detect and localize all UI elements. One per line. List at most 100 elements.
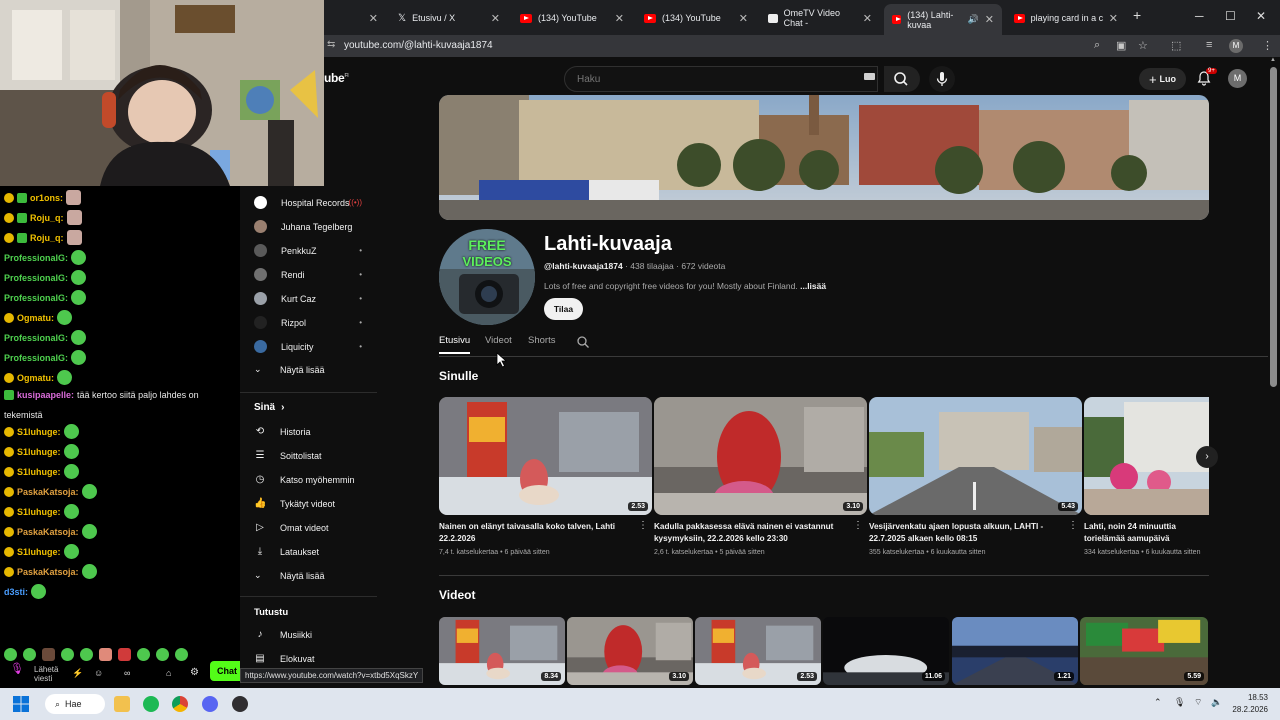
- chat-username[interactable]: d3sti:: [4, 587, 28, 597]
- emote-icon[interactable]: [80, 648, 93, 661]
- guide-item-download[interactable]: ⤓ Lataukset: [254, 546, 370, 557]
- subscription-item[interactable]: Rendi •: [254, 268, 370, 281]
- chat-username[interactable]: Ogmatu:: [17, 373, 54, 383]
- browser-profile-avatar[interactable]: M: [1229, 39, 1243, 53]
- maximize-icon[interactable]: ☐: [1225, 9, 1236, 23]
- close-icon[interactable]: ✕: [369, 12, 378, 25]
- video-title[interactable]: Vesijärvenkatu ajaen lopusta alkuun, LAH…: [869, 521, 1082, 545]
- chat-username[interactable]: PaskaKatsoja:: [17, 567, 79, 577]
- emoji-icon[interactable]: ☺: [94, 668, 103, 678]
- emote-icon[interactable]: [42, 648, 55, 661]
- chat-username[interactable]: S1luhuge:: [17, 547, 61, 557]
- browser-tab-2[interactable]: 𝕏 Etusivu / X ✕: [390, 6, 508, 30]
- video-thumbnail[interactable]: 11.06: [823, 617, 949, 685]
- video-thumbnail[interactable]: [1084, 397, 1209, 515]
- show-more-you[interactable]: ⌄ Näytä lisää: [254, 570, 370, 581]
- site-settings-icon[interactable]: ⇆: [327, 39, 335, 50]
- video-card[interactable]: 3.10 Kadulla pakkasessa elävä nainen ei v…: [654, 397, 867, 556]
- chat-username[interactable]: or1ons:: [30, 193, 63, 203]
- channel-avatar[interactable]: FREE VIDEOS: [439, 229, 535, 325]
- search-button[interactable]: [884, 66, 920, 92]
- speaker-icon[interactable]: 🔊: [968, 14, 979, 25]
- wifi-icon[interactable]: ⌔: [1194, 697, 1202, 708]
- url-field[interactable]: youtube.com/@lahti-kuvaaja1874: [344, 40, 493, 51]
- emote-icon[interactable]: [23, 648, 36, 661]
- channel-description[interactable]: Lots of free and copyright free videos f…: [544, 281, 826, 291]
- subscription-item[interactable]: Juhana Tegelberg: [254, 220, 370, 233]
- close-icon[interactable]: ✕: [863, 12, 872, 25]
- chat-username[interactable]: S1luhuge:: [17, 507, 61, 517]
- search-input[interactable]: [565, 67, 877, 91]
- guide-item-playlists[interactable]: ☰ Soittolistat: [254, 450, 370, 461]
- chat-send-button[interactable]: Chat: [210, 661, 240, 681]
- file-explorer-icon[interactable]: [114, 696, 130, 712]
- subscription-item[interactable]: PenkkuZ •: [254, 244, 370, 257]
- emote-icon[interactable]: [118, 648, 131, 661]
- guide-item-movies[interactable]: ▤ Elokuvat: [254, 653, 370, 664]
- windows-start-icon[interactable]: [13, 696, 29, 712]
- new-tab-plus-icon[interactable]: +: [1133, 7, 1141, 23]
- subscription-item[interactable]: Hospital Records ((•)): [254, 196, 370, 209]
- taskbar-search[interactable]: ⌕ Hae: [45, 694, 105, 714]
- more-actions-icon[interactable]: ⋮: [638, 520, 648, 531]
- chat-send-input[interactable]: Lähetä viesti: [34, 665, 68, 683]
- chrome-icon[interactable]: [172, 696, 188, 712]
- video-card[interactable]: 2.53 Nainen on elänyt taivasalla koko tal…: [439, 397, 652, 556]
- voice-search-button[interactable]: [929, 66, 955, 92]
- spotify-icon[interactable]: [143, 696, 159, 712]
- scrollbar-thumb[interactable]: [1270, 67, 1277, 387]
- chat-username[interactable]: ProfessionalG:: [4, 273, 68, 283]
- emote-icon[interactable]: [175, 648, 188, 661]
- emote-icon[interactable]: [156, 648, 169, 661]
- youtube-logo[interactable]: ubeFI: [324, 71, 349, 85]
- browser-tab-6-active[interactable]: (134) Lahti-kuvaa 🔊 ✕: [884, 4, 1002, 35]
- chat-username[interactable]: Ogmatu:: [17, 313, 54, 323]
- tray-chevron-icon[interactable]: ⌃: [1154, 697, 1162, 708]
- guide-item-history[interactable]: ⟲ Historia: [254, 426, 370, 437]
- emote-icon[interactable]: [99, 648, 112, 661]
- close-icon[interactable]: ✕: [1109, 12, 1118, 25]
- chat-username[interactable]: Roju_q:: [30, 213, 64, 223]
- discord-icon[interactable]: [202, 696, 218, 712]
- close-icon[interactable]: ✕: [739, 12, 748, 25]
- chat-username[interactable]: ProfessionalG:: [4, 253, 68, 263]
- you-section-heading[interactable]: Sinä ›: [254, 402, 284, 413]
- taskbar-clock[interactable]: 18.53 28.2.2026: [1232, 692, 1268, 716]
- browser-tab-3[interactable]: (134) YouTube ✕: [512, 6, 632, 30]
- browser-tab-7[interactable]: playing card in a clot ✕: [1006, 6, 1126, 30]
- carousel-next-button[interactable]: ›: [1196, 446, 1218, 468]
- zoom-icon[interactable]: ⌕: [1094, 39, 1100, 52]
- chat-username[interactable]: ProfessionalG:: [4, 293, 68, 303]
- emote-icon[interactable]: [4, 648, 17, 661]
- subscription-item[interactable]: Kurt Caz •: [254, 292, 370, 305]
- obs-icon[interactable]: [232, 696, 248, 712]
- show-more-subscriptions[interactable]: ⌄ Näytä lisää: [254, 364, 370, 375]
- media-control-icon[interactable]: ≡: [1206, 39, 1212, 51]
- subscription-item[interactable]: Liquicity •: [254, 340, 370, 353]
- description-more-link[interactable]: ...lisää: [800, 281, 826, 291]
- browser-tab-4[interactable]: (134) YouTube ✕: [636, 6, 756, 30]
- video-thumbnail[interactable]: 8.34: [439, 617, 565, 685]
- browser-tab-1[interactable]: ✕: [330, 6, 386, 30]
- video-thumbnail[interactable]: 5.59: [1080, 617, 1208, 685]
- video-card[interactable]: 5.43 Vesijärvenkatu ajaen lopusta alkuun,…: [869, 397, 1082, 556]
- video-thumbnail[interactable]: 5.43: [869, 397, 1082, 515]
- guide-item-like[interactable]: 👍 Tykätyt videot: [254, 498, 370, 509]
- browser-menu-icon[interactable]: ⋮: [1262, 39, 1273, 52]
- chat-username[interactable]: ProfessionalG:: [4, 353, 68, 363]
- video-thumbnail[interactable]: 1.21: [952, 617, 1078, 685]
- video-thumbnail[interactable]: 3.10: [567, 617, 693, 685]
- chat-username[interactable]: Roju_q:: [30, 233, 64, 243]
- emote-icon[interactable]: [61, 648, 74, 661]
- channel-search-icon[interactable]: [576, 335, 590, 349]
- chat-username[interactable]: kusipaapelle:: [17, 390, 74, 400]
- volume-icon[interactable]: 🔈: [1211, 697, 1222, 708]
- video-title[interactable]: Kadulla pakkasessa elävä nainen ei vasta…: [654, 521, 867, 545]
- tray-mic-icon[interactable]: 🎙: [1174, 697, 1185, 708]
- chat-username[interactable]: PaskaKatsoja:: [17, 487, 79, 497]
- chat-username[interactable]: S1luhuge:: [17, 427, 61, 437]
- more-actions-icon[interactable]: ⋮: [853, 520, 863, 531]
- extensions-icon[interactable]: ⬚: [1171, 39, 1181, 52]
- video-thumbnail[interactable]: 3.10: [654, 397, 867, 515]
- guide-item-your-videos[interactable]: ▷ Omat videot: [254, 522, 370, 533]
